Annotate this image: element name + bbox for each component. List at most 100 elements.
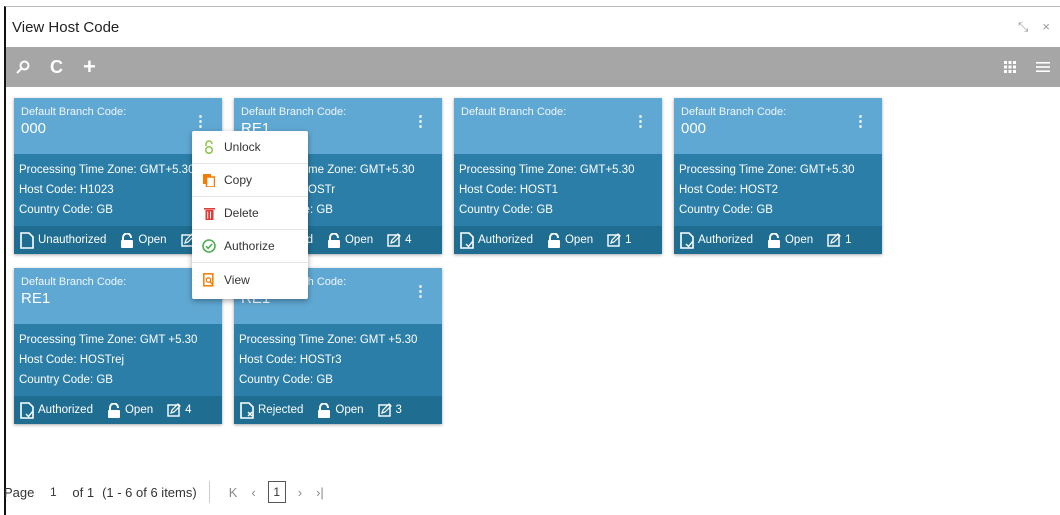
modification-count: 1 bbox=[607, 233, 632, 247]
delete-label: Delete bbox=[224, 206, 259, 220]
time-zone-value: GMT+5.30 bbox=[579, 164, 635, 176]
modification-count: 4 bbox=[387, 233, 412, 247]
more-options-icon[interactable]: ⋮ bbox=[413, 112, 428, 130]
modification-count-value: 1 bbox=[845, 234, 852, 246]
list-view-icon[interactable] bbox=[1036, 61, 1050, 73]
unlock-label: Unlock bbox=[224, 140, 261, 154]
copy-label: Copy bbox=[224, 173, 253, 187]
card-body: Processing Time Zone: GMT +5.30 Host Cod… bbox=[234, 324, 442, 390]
country-code-label: Country Code: bbox=[239, 374, 317, 386]
edit-icon bbox=[607, 233, 621, 247]
host-code-card[interactable]: Default Branch Code: 000 ⋮ Processing Ti… bbox=[14, 98, 222, 254]
current-page-button[interactable]: 1 bbox=[267, 481, 286, 503]
branch-code-value: 000 bbox=[21, 120, 47, 137]
lock-text: Open bbox=[138, 234, 167, 246]
lock-status: Open bbox=[107, 402, 154, 418]
status-text: Authorized bbox=[698, 234, 753, 246]
host-code-card[interactable]: Default Branch Code: 000 ⋮ Processing Ti… bbox=[674, 98, 882, 254]
host-code-value: H1023 bbox=[79, 184, 114, 196]
time-zone-label: Processing Time Zone: bbox=[239, 334, 360, 346]
card-footer: Unauthorized Open bbox=[14, 226, 222, 254]
time-zone-value: GMT+5.30 bbox=[799, 164, 855, 176]
lock-icon bbox=[317, 402, 331, 418]
page-range-label: (1 - 6 of 6 items) bbox=[102, 484, 197, 500]
title-bar: View Host Code ⤡ × bbox=[6, 7, 1060, 47]
time-zone-line: Processing Time Zone: GMT+5.30 bbox=[19, 160, 216, 180]
refresh-icon[interactable]: C bbox=[50, 58, 63, 76]
branch-code-label: Default Branch Code: bbox=[21, 106, 127, 118]
country-code-line: Country Code: GB bbox=[239, 370, 436, 390]
lock-text: Open bbox=[124, 404, 154, 416]
delete-menu-item[interactable]: Delete bbox=[192, 197, 308, 230]
grid-view-icon[interactable] bbox=[1004, 61, 1016, 73]
document-status-icon bbox=[20, 401, 34, 419]
modification-count-value: 3 bbox=[395, 404, 402, 416]
card-header: Default Branch Code: 000 ⋮ bbox=[674, 98, 882, 154]
unlock-icon bbox=[202, 140, 216, 154]
status-badge: Authorized bbox=[680, 231, 753, 249]
search-icon[interactable] bbox=[16, 60, 30, 74]
host-code-label: Host Code: bbox=[679, 184, 740, 196]
time-zone-line: Processing Time Zone: GMT +5.30 bbox=[239, 330, 436, 350]
first-page-button[interactable]: K bbox=[229, 485, 238, 500]
modification-count-value: 1 bbox=[625, 234, 632, 246]
more-options-icon[interactable]: ⋮ bbox=[853, 112, 868, 130]
country-code-value: GB bbox=[316, 374, 333, 386]
document-status-icon bbox=[460, 231, 474, 249]
country-code-label: Country Code: bbox=[19, 374, 97, 386]
modification-count: 3 bbox=[377, 403, 402, 417]
card-header: Default Branch Code: ⋮ bbox=[454, 98, 662, 154]
host-code-value: HOSTr3 bbox=[299, 354, 342, 366]
country-code-label: Country Code: bbox=[19, 204, 97, 216]
context-menu: Unlock Copy Delete Authorize View bbox=[192, 131, 308, 299]
copy-menu-item[interactable]: Copy bbox=[192, 164, 308, 197]
status-text: Rejected bbox=[258, 404, 304, 416]
minimize-icon[interactable]: ⤡ bbox=[1018, 19, 1028, 35]
country-code-value: GB bbox=[756, 204, 773, 216]
host-code-card[interactable]: Default Branch Code: ⋮ Processing Time Z… bbox=[454, 98, 662, 254]
modification-count-value: 4 bbox=[185, 404, 192, 416]
lock-icon bbox=[547, 232, 561, 248]
window-controls: ⤡ × bbox=[1018, 19, 1050, 35]
branch-code-label: Default Branch Code: bbox=[461, 106, 567, 118]
edit-icon bbox=[377, 403, 392, 417]
next-page-button[interactable]: › bbox=[298, 485, 302, 500]
branch-code-value: RE1 bbox=[21, 290, 51, 307]
add-icon[interactable]: + bbox=[83, 56, 96, 78]
time-zone-label: Processing Time Zone: bbox=[19, 164, 140, 176]
status-text: Authorized bbox=[478, 234, 533, 246]
trash-icon bbox=[202, 207, 216, 220]
view-label: View bbox=[224, 272, 250, 287]
country-code-line: Country Code: GB bbox=[679, 200, 876, 220]
document-status-icon bbox=[20, 231, 34, 249]
status-text: Authorized bbox=[38, 404, 93, 416]
last-page-button[interactable]: ›| bbox=[316, 485, 324, 500]
card-footer: Authorized Open 1 bbox=[674, 226, 882, 254]
lock-icon bbox=[327, 232, 341, 248]
close-icon[interactable]: × bbox=[1042, 19, 1050, 35]
unlock-menu-item[interactable]: Unlock bbox=[192, 131, 308, 164]
page-number-input[interactable] bbox=[42, 481, 65, 503]
more-options-icon[interactable]: ⋮ bbox=[633, 112, 648, 130]
edit-icon bbox=[827, 233, 841, 247]
card-body: Processing Time Zone: GMT +5.30 Host Cod… bbox=[14, 324, 222, 390]
card-header: Default Branch Code: RE1 ⋮ bbox=[14, 268, 222, 324]
more-options-icon[interactable]: ⋮ bbox=[413, 282, 428, 300]
lock-status: Open bbox=[317, 402, 364, 418]
country-code-line: Country Code: GB bbox=[19, 370, 216, 390]
view-menu-item[interactable]: View bbox=[192, 263, 308, 296]
time-zone-value: GMT+5.30 bbox=[139, 164, 195, 176]
status-badge: Authorized bbox=[460, 231, 533, 249]
prev-page-button[interactable]: ‹ bbox=[251, 485, 255, 500]
edit-icon bbox=[167, 403, 181, 417]
time-zone-line: Processing Time Zone: GMT +5.30 bbox=[19, 330, 216, 350]
country-code-value: GB bbox=[96, 374, 113, 386]
time-zone-line: Processing Time Zone: GMT+5.30 bbox=[459, 160, 656, 180]
lock-icon bbox=[107, 402, 121, 418]
authorize-menu-item[interactable]: Authorize bbox=[192, 230, 308, 263]
host-code-label: Host Code: bbox=[19, 354, 80, 366]
host-code-value: HOST1 bbox=[519, 184, 559, 196]
host-code-card[interactable]: Default Branch Code: RE1 ⋮ Processing Ti… bbox=[14, 268, 222, 424]
more-options-icon[interactable]: ⋮ bbox=[193, 112, 208, 130]
document-status-icon bbox=[680, 231, 694, 249]
